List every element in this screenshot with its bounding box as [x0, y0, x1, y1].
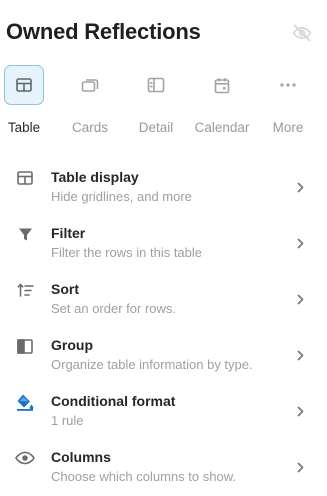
filter-icon: [14, 223, 36, 245]
table-icon: [4, 65, 44, 105]
cards-icon: [70, 65, 110, 105]
chevron-right-icon: [295, 404, 305, 418]
option-name: Columns: [51, 449, 111, 465]
chevron-right-icon: [295, 180, 305, 194]
option-description: Filter the rows in this table: [51, 245, 203, 260]
option-columns[interactable]: Columns Choose which columns to show.: [0, 445, 327, 495]
view-option-more[interactable]: More: [268, 65, 327, 137]
sort-icon: [14, 279, 36, 301]
option-filter[interactable]: Filter Filter the rows in this table: [0, 221, 327, 271]
option-table-display[interactable]: Table display Hide gridlines, and more: [0, 165, 327, 215]
view-option-cards[interactable]: Cards: [70, 65, 130, 137]
calendar-icon: [202, 65, 242, 105]
chevron-right-icon: [295, 292, 305, 306]
eye-icon: [14, 447, 36, 469]
view-label: Calendar: [194, 120, 250, 135]
option-name: Conditional format: [51, 393, 176, 409]
view-option-calendar[interactable]: Calendar: [195, 65, 262, 137]
chevron-right-icon: [295, 348, 305, 362]
view-option-detail[interactable]: Detail: [136, 65, 196, 137]
hide-eye-icon[interactable]: [291, 22, 313, 44]
option-description: Set an order for rows.: [51, 301, 176, 316]
view-label: More: [272, 120, 304, 135]
group-icon: [14, 335, 36, 357]
option-name: Filter: [51, 225, 86, 241]
view-option-table[interactable]: Table: [4, 65, 64, 137]
option-group[interactable]: Group Organize table information by type…: [0, 333, 327, 383]
option-conditional-format[interactable]: Conditional format 1 rule: [0, 389, 327, 439]
table-icon: [14, 167, 36, 189]
option-description: Hide gridlines, and more: [51, 189, 192, 204]
chevron-right-icon: [295, 460, 305, 474]
view-label: Detail: [138, 120, 174, 135]
view-label: Table: [7, 120, 41, 135]
more-dots-icon: [268, 65, 308, 105]
chevron-right-icon: [295, 236, 305, 250]
option-description: 1 rule: [51, 413, 84, 428]
header: Owned Reflections: [6, 18, 321, 48]
option-description: Choose which columns to show.: [51, 469, 236, 484]
option-name: Group: [51, 337, 93, 353]
view-switcher: Table Cards Detail Calendar More: [4, 65, 324, 137]
detail-icon: [136, 65, 176, 105]
view-label: Cards: [71, 120, 108, 135]
paint-bucket-icon: [14, 391, 36, 413]
option-name: Table display: [51, 169, 139, 185]
page-title: Owned Reflections: [6, 19, 201, 44]
option-name: Sort: [51, 281, 79, 297]
option-sort[interactable]: Sort Set an order for rows.: [0, 277, 327, 327]
option-description: Organize table information by type.: [51, 357, 253, 372]
